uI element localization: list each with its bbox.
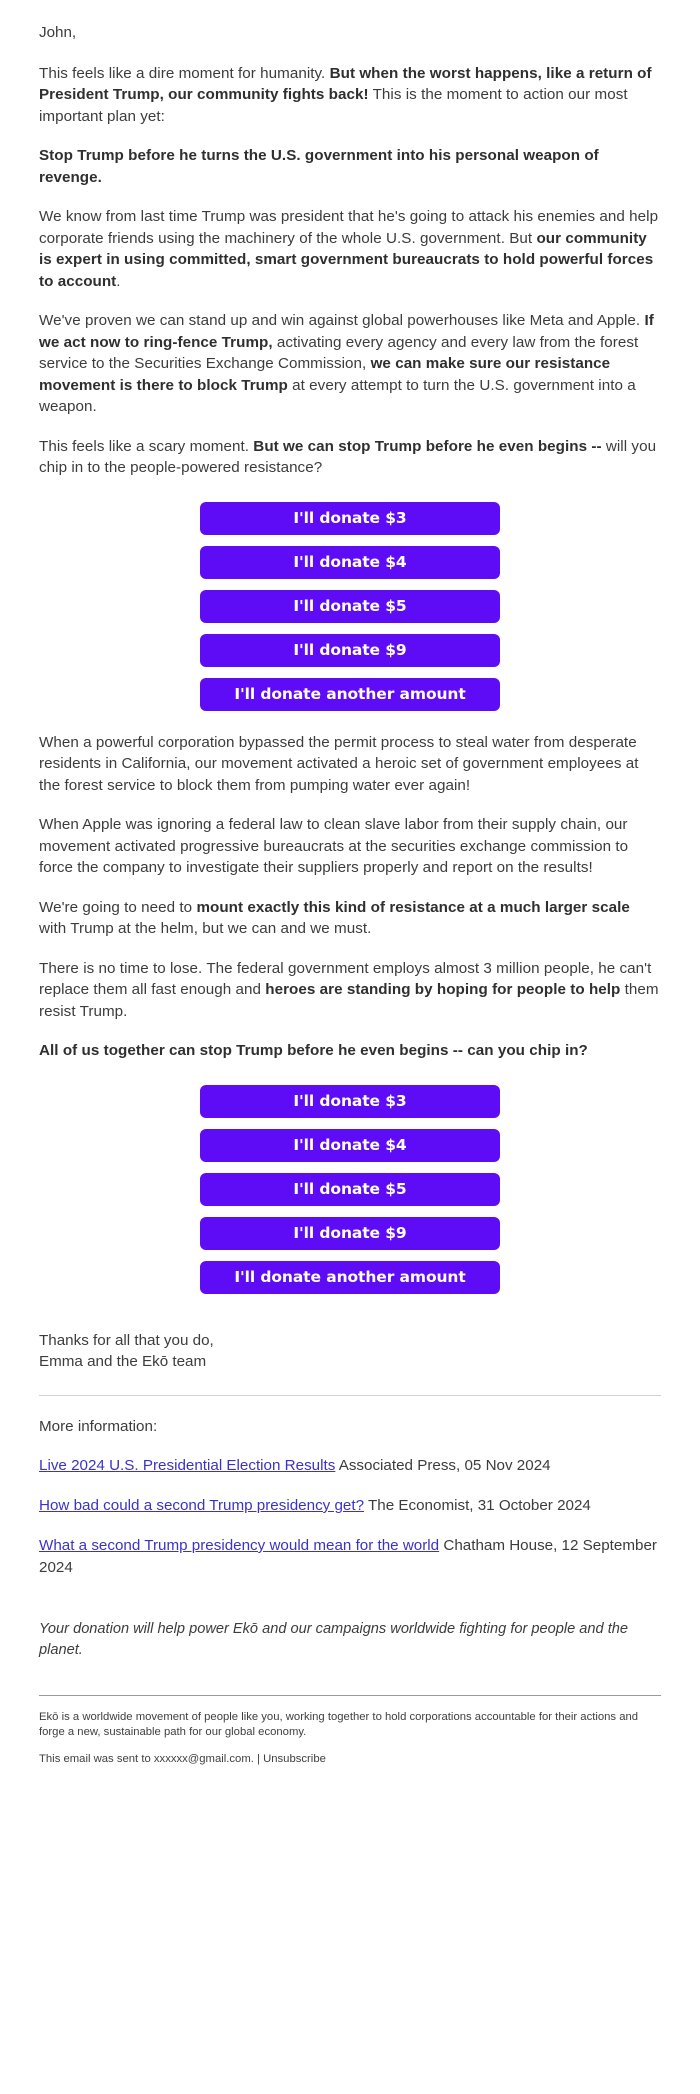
paragraph-p7: When Apple was ignoring a federal law to…	[39, 814, 661, 879]
emphasis-run: All of us together can stop Trump before…	[39, 1042, 588, 1059]
reference-link-1[interactable]: Live 2024 U.S. Presidential Election Res…	[39, 1457, 335, 1474]
reference-item: Live 2024 U.S. Presidential Election Res…	[39, 1455, 661, 1477]
bottom-donate-button-1[interactable]: I'll donate $3	[200, 1084, 500, 1118]
top-donate-button-2[interactable]: I'll donate $4	[200, 545, 500, 579]
reference-link-2[interactable]: How bad could a second Trump presidency …	[39, 1497, 364, 1514]
signature-line-1: Thanks for all that you do,	[39, 1331, 214, 1349]
paragraph-group-two: When a powerful corporation bypassed the…	[39, 732, 661, 1062]
reference-link-3[interactable]: What a second Trump presidency would mea…	[39, 1537, 439, 1554]
donation-disclaimer: Your donation will help power Ekō and ou…	[39, 1621, 628, 1658]
bottom-donate-button-4[interactable]: I'll donate $9	[200, 1216, 500, 1250]
bottom-donate-button-3[interactable]: I'll donate $5	[200, 1172, 500, 1206]
paragraph-p3: We know from last time Trump was preside…	[39, 206, 661, 292]
text-run: .	[116, 272, 121, 290]
text-run: This feels like a dire moment for humani…	[39, 64, 330, 82]
emphasis-run: heroes are standing by hoping for people…	[265, 981, 621, 998]
reference-source-1: Associated Press, 05 Nov 2024	[335, 1457, 551, 1474]
text-run: with Trump at the helm, but we can and w…	[39, 920, 372, 937]
divider-above-references	[39, 1394, 661, 1396]
paragraph-p6: When a powerful corporation bypassed the…	[39, 732, 661, 797]
signature-line-2: Emma and the Ekō team	[39, 1353, 207, 1370]
paragraph-p10: All of us together can stop Trump before…	[39, 1040, 661, 1062]
emphasis-run: mount exactly this kind of resistance at…	[196, 898, 630, 916]
paragraph-p5: This feels like a scary moment. But we c…	[39, 436, 661, 479]
text-run: We're going to need to	[39, 898, 197, 916]
top-donate-button-5[interactable]: I'll donate another amount	[200, 677, 500, 711]
top-donate-button-4[interactable]: I'll donate $9	[200, 633, 500, 667]
email-body: John, This feels like a dire moment for …	[0, 0, 700, 1827]
footer-sent-to-text: This email was sent to xxxxxx@gmail.com.…	[39, 1753, 264, 1765]
email-footer: Ekō is a worldwide movement of people li…	[39, 1695, 661, 1827]
reference-item: How bad could a second Trump presidency …	[39, 1495, 661, 1517]
bottom-donate-button-2[interactable]: I'll donate $4	[200, 1128, 500, 1162]
paragraph-group-one: This feels like a dire moment for humani…	[39, 63, 661, 479]
paragraph-p4: We've proven we can stand up and win aga…	[39, 310, 661, 418]
signature: Thanks for all that you do, Emma and the…	[39, 1330, 661, 1373]
top-donate-button-1[interactable]: I'll donate $3	[200, 501, 500, 535]
more-information-label: More information:	[39, 1417, 158, 1435]
footer-about-text: Ekō is a worldwide movement of people li…	[39, 1711, 639, 1738]
greeting: John,	[39, 24, 77, 41]
bottom-donate-button-5[interactable]: I'll donate another amount	[200, 1260, 500, 1294]
text-run: This feels like a scary moment.	[39, 437, 254, 455]
donation-buttons-bottom: I'll donate $3 I'll donate $4 I'll donate …	[39, 1080, 661, 1294]
emphasis-run: Stop Trump before he turns the U.S. gove…	[39, 147, 599, 186]
reference-item: What a second Trump presidency would mea…	[39, 1535, 661, 1579]
donation-buttons-top: I'll donate $3 I'll donate $4 I'll donate …	[39, 497, 661, 711]
footer-sent-line: This email was sent to xxxxxx@gmail.com.…	[39, 1752, 661, 1767]
paragraph-p9: There is no time to lose. The federal go…	[39, 958, 661, 1023]
text-run: When Apple was ignoring a federal law to…	[39, 816, 629, 876]
reference-list: Live 2024 U.S. Presidential Election Res…	[39, 1455, 661, 1579]
paragraph-p8: We're going to need to mount exactly thi…	[39, 897, 661, 940]
text-run: We've proven we can stand up and win aga…	[39, 312, 645, 329]
emphasis-run: But we can stop Trump before he even beg…	[253, 437, 602, 455]
paragraph-p2: Stop Trump before he turns the U.S. gove…	[39, 145, 661, 188]
reference-source-2: The Economist, 31 October 2024	[364, 1497, 591, 1514]
spacer-after-cta-bottom	[39, 1297, 661, 1330]
top-donate-button-3[interactable]: I'll donate $5	[200, 589, 500, 623]
text-run: When a powerful corporation bypassed the…	[39, 733, 639, 794]
unsubscribe-link[interactable]: Unsubscribe	[263, 1753, 326, 1765]
spacer-after-cta-top	[39, 714, 661, 732]
paragraph-p1: This feels like a dire moment for humani…	[39, 63, 661, 128]
